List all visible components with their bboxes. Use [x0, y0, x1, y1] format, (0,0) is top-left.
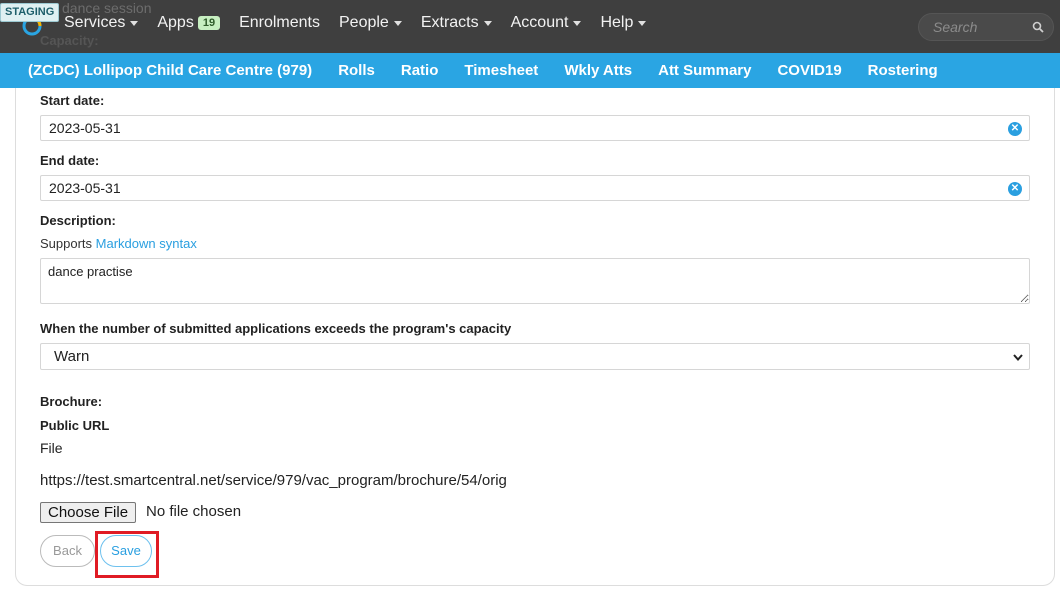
file-label: File [40, 440, 63, 456]
choose-file-button[interactable]: Choose File [40, 502, 137, 523]
start-date-label: Start date: [40, 93, 105, 108]
public-url-label: Public URL [40, 418, 110, 433]
caret-down-icon [638, 20, 647, 26]
clear-start-date-icon[interactable]: ✕ [1008, 122, 1022, 136]
end-date-value: 2023-05-31 [49, 180, 121, 196]
search-icon[interactable] [1032, 21, 1044, 33]
back-button[interactable]: Back [40, 535, 95, 567]
save-button[interactable]: Save [100, 535, 152, 567]
start-date-value: 2023-05-31 [49, 120, 121, 136]
menu-help[interactable]: Help [600, 14, 647, 32]
menu-people[interactable]: People [339, 14, 402, 32]
brochure-url: https://test.smartcentral.net/service/97… [40, 472, 507, 489]
top-navbar: dance session Capacity: STAGING Services… [0, 0, 1060, 53]
caret-down-icon [483, 20, 492, 26]
apps-count-badge: 19 [197, 16, 221, 30]
chevron-down-icon [1013, 354, 1023, 362]
menu-services[interactable]: Services [64, 14, 139, 32]
menu-services-label: Services [64, 14, 126, 31]
menu-help-label: Help [600, 14, 634, 31]
subnav-covid19[interactable]: COVID19 [777, 62, 841, 79]
end-date-field[interactable]: 2023-05-31 ✕ [40, 175, 1030, 201]
description-textarea[interactable]: dance practise [40, 258, 1030, 304]
subnav-wkly-atts[interactable]: Wkly Atts [564, 62, 632, 79]
menu-account[interactable]: Account [511, 14, 582, 32]
subnav-service-name[interactable]: (ZCDC) Lollipop Child Care Centre (979) [28, 62, 312, 79]
service-subnav: (ZCDC) Lollipop Child Care Centre (979) … [0, 53, 1060, 88]
description-label: Description: [40, 213, 116, 228]
subnav-rolls[interactable]: Rolls [338, 62, 375, 79]
menu-people-label: People [339, 14, 389, 31]
caret-down-icon [393, 20, 402, 26]
menu-extracts-label: Extracts [420, 14, 479, 31]
end-date-label: End date: [40, 153, 100, 168]
search-box [918, 13, 1054, 41]
caret-down-icon [573, 20, 582, 26]
clear-end-date-icon[interactable]: ✕ [1008, 182, 1022, 196]
menu-enrolments-label: Enrolments [239, 14, 320, 31]
subnav-att-summary[interactable]: Att Summary [658, 62, 751, 79]
start-date-field[interactable]: 2023-05-31 ✕ [40, 115, 1030, 141]
no-file-chosen-text: No file chosen [146, 503, 242, 520]
brochure-label: Brochure: [40, 394, 103, 409]
supports-text: Supports [40, 236, 93, 251]
markdown-hint: Supports Markdown syntax [40, 236, 197, 251]
menu-enrolments[interactable]: Enrolments [239, 14, 320, 32]
staging-badge: STAGING [0, 3, 60, 22]
search-input[interactable] [931, 18, 1035, 36]
capacity-rule-label: When the number of submitted application… [40, 321, 512, 336]
markdown-syntax-link[interactable]: Markdown syntax [96, 236, 197, 251]
capacity-rule-select[interactable]: Warn [40, 343, 1030, 370]
subnav-ratio[interactable]: Ratio [401, 62, 439, 79]
menu-apps[interactable]: Apps 19 [157, 14, 221, 32]
scrolled-capacity-label: Capacity: [40, 33, 99, 48]
capacity-rule-value: Warn [54, 348, 90, 365]
menu-extracts[interactable]: Extracts [421, 14, 492, 32]
subnav-rostering[interactable]: Rostering [868, 62, 938, 79]
caret-down-icon [130, 20, 139, 26]
subnav-timesheet[interactable]: Timesheet [464, 62, 538, 79]
menu-apps-label: Apps [157, 14, 194, 31]
main-menu: Services Apps 19 Enrolments People Extra… [64, 14, 665, 32]
menu-account-label: Account [510, 14, 569, 31]
